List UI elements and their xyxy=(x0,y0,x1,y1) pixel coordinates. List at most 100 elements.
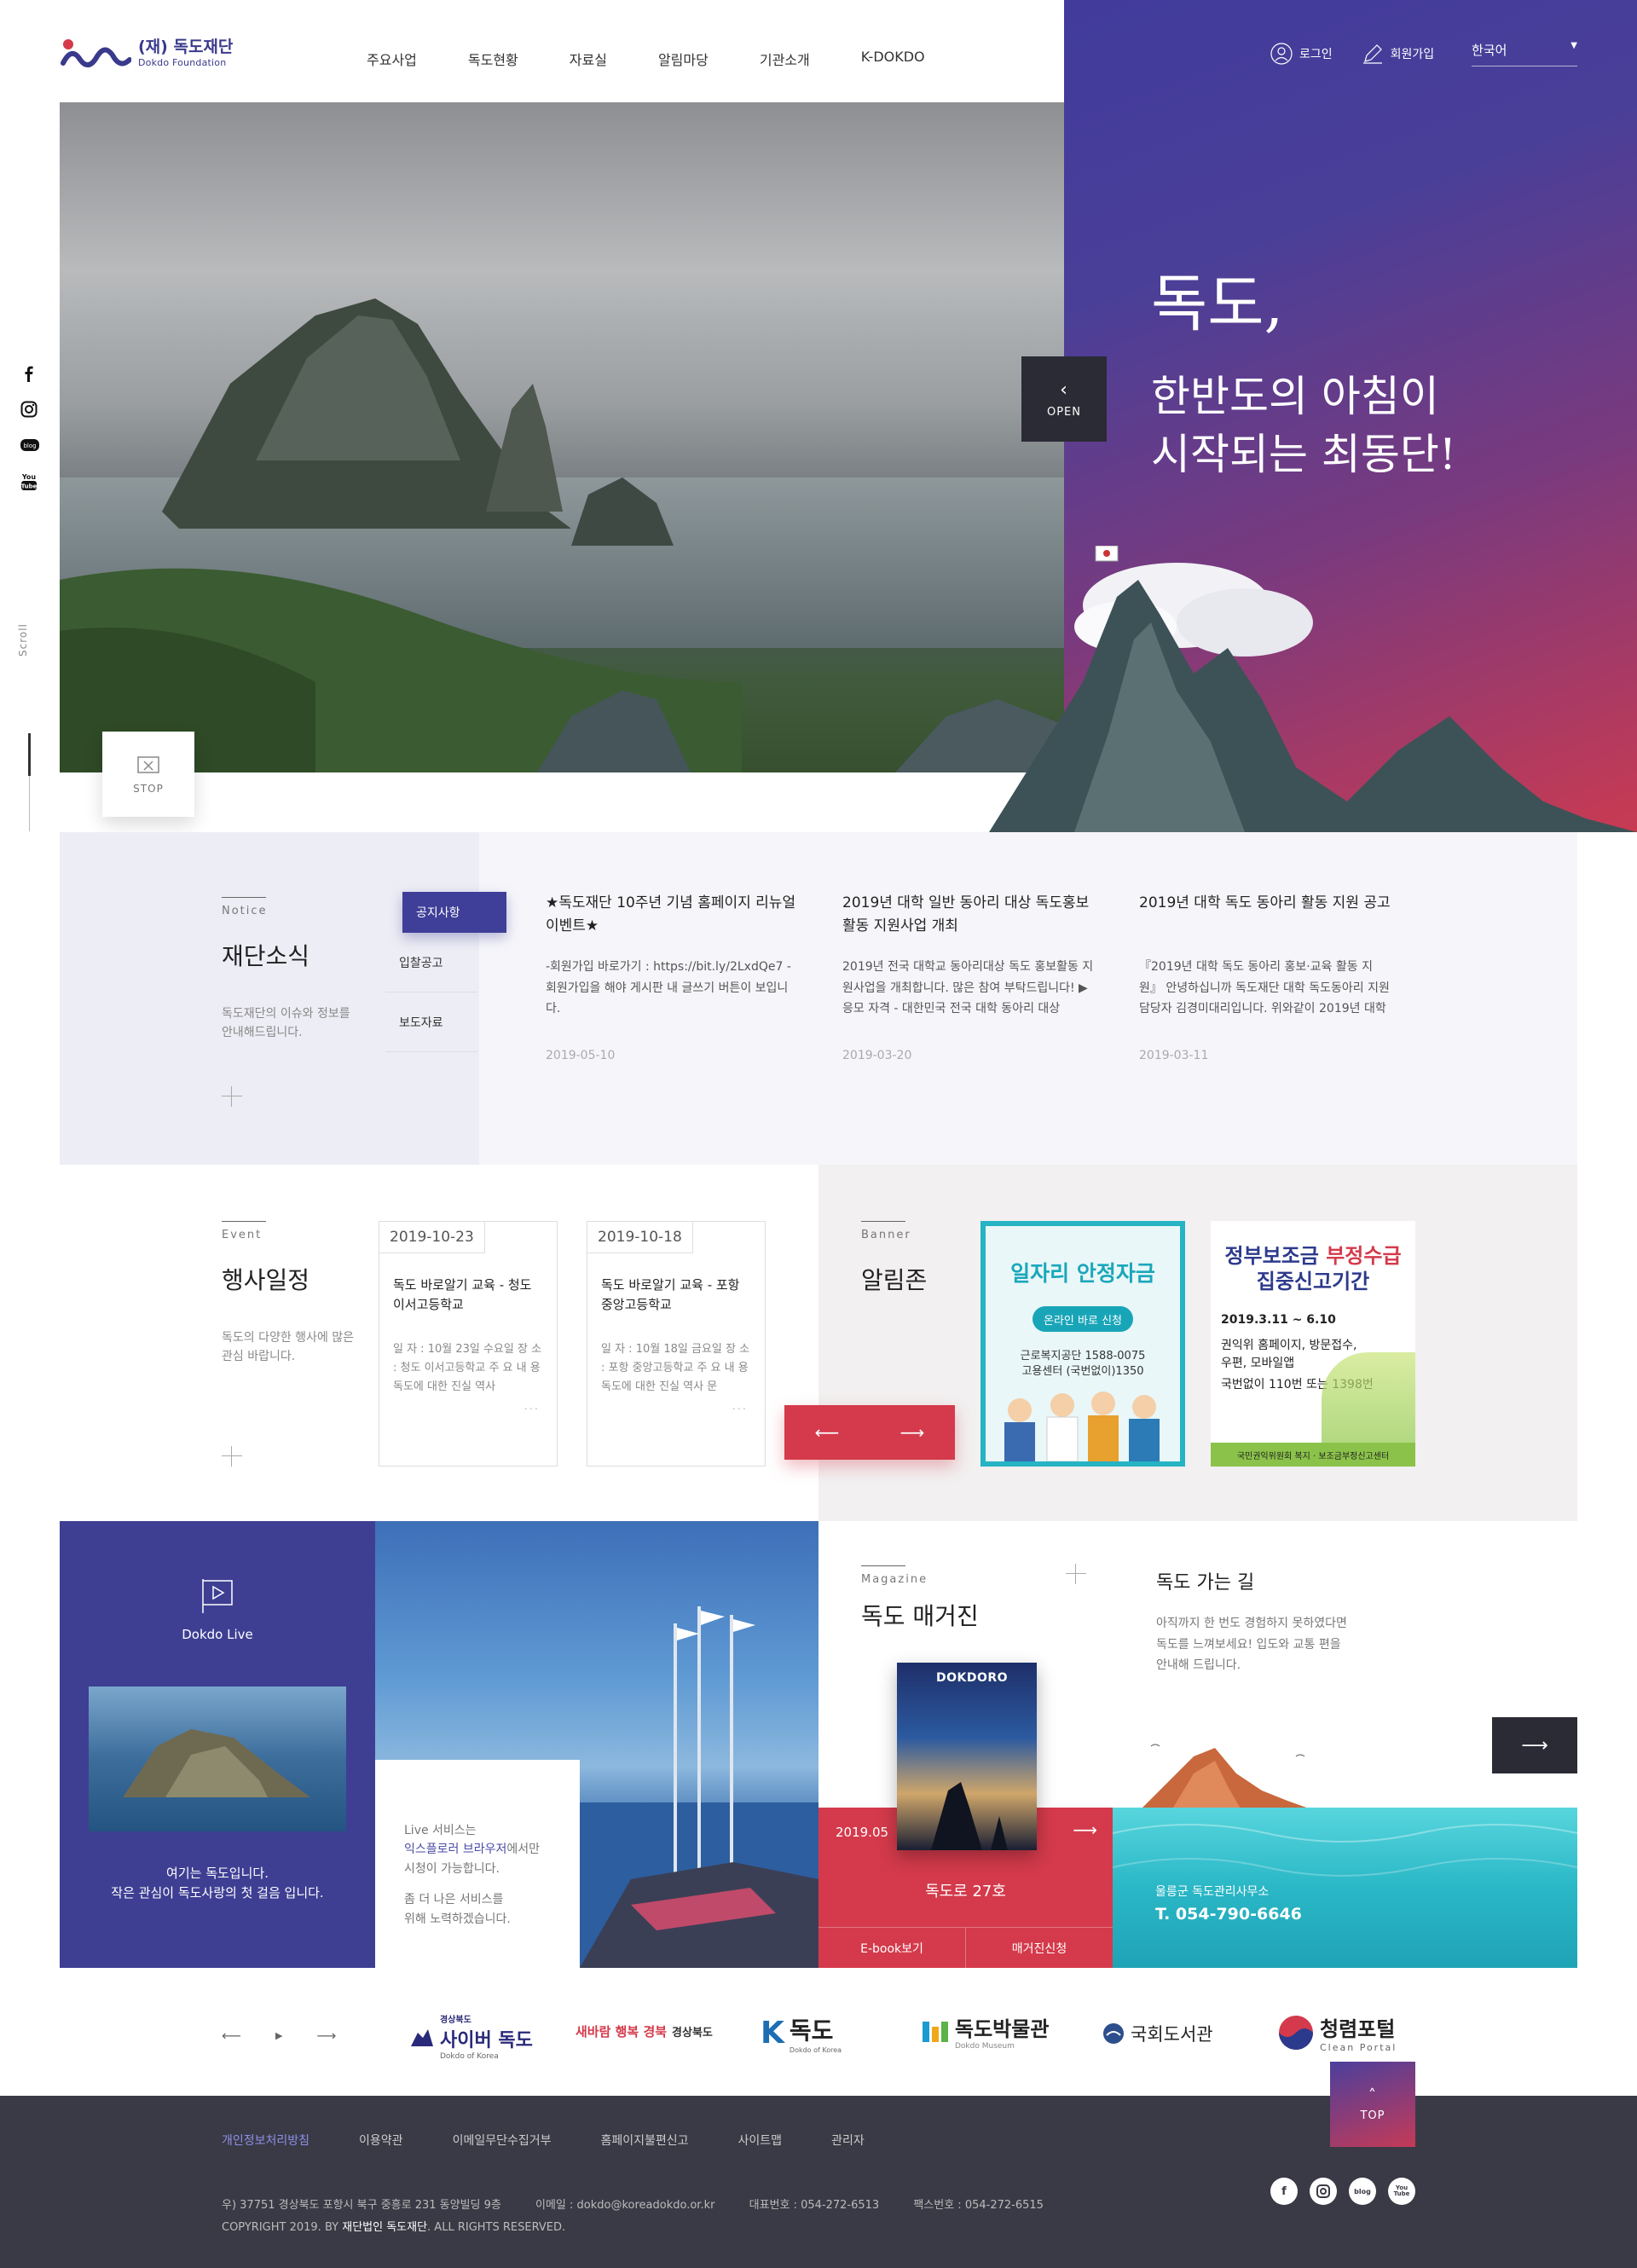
partner-logo-dokdo[interactable]: K 독도 Dokdo of Korea xyxy=(761,2012,842,2054)
tab-press[interactable]: 보도자료 xyxy=(385,992,477,1052)
stop-button[interactable]: STOP xyxy=(102,732,194,817)
footer-links: 개인정보처리방침 이용약관 이메일무단수집거부 홈페이지불편신고 사이트맵 관리… xyxy=(222,2132,865,2149)
svg-text:You: You xyxy=(21,473,37,481)
workers-illustration xyxy=(1004,1391,1160,1461)
live-note-4: 시청이 가능합니다. xyxy=(404,1861,500,1876)
play-flag-icon xyxy=(202,1579,233,1613)
event-card-text: 일 자 : 10월 23일 수요일 장 소 : 청도 이서고등학교 주 요 내 … xyxy=(393,1343,542,1394)
partner-logo-national-assembly-library[interactable]: 국회도서관 xyxy=(1102,2021,1213,2046)
footer-link-email-refusal[interactable]: 이메일무단수집거부 xyxy=(453,2132,552,2149)
route-next-button[interactable]: ⟶ xyxy=(1492,1717,1577,1773)
hero-subtitle-2: 시작되는 최동단! xyxy=(1151,429,1456,479)
footer-link-admin[interactable]: 관리자 xyxy=(831,2132,865,2149)
banner-subsidy-report[interactable]: 정부보조금 부정수급 집중신고기간 2019.3.11 ~ 6.10 권익위 홈… xyxy=(1211,1221,1415,1467)
library-icon xyxy=(1103,2023,1124,2044)
ebook-button[interactable]: E-book보기 xyxy=(818,1928,966,1968)
footer-link-sitemap[interactable]: 사이트맵 xyxy=(738,2132,783,2149)
notice-item[interactable]: 2019년 대학 일반 동아리 대상 독도홍보활동 지원사업 개최 2019년 … xyxy=(842,892,1098,1062)
partner-logo-gyeongbuk[interactable]: 새바람 행복 경북 경상북도 xyxy=(576,2022,713,2040)
tab-bid[interactable]: 입찰공고 xyxy=(385,933,477,992)
clean-portal-icon xyxy=(1279,2016,1313,2050)
event-card-text: 일 자 : 10월 18일 금요일 장 소 : 포항 중앙고등학교 주 요 내 … xyxy=(601,1343,750,1394)
partner-logo-name: 청렴포털 xyxy=(1320,2017,1396,2041)
instagram-icon[interactable] xyxy=(20,401,38,418)
arrow-left-icon[interactable]: ⟵ xyxy=(815,1422,840,1443)
scroll-label: Scroll xyxy=(17,623,29,657)
banner-label: Banner xyxy=(861,1229,911,1241)
nav-item-about[interactable]: 기관소개 xyxy=(760,49,810,69)
partner-logo-clean-portal[interactable]: 청렴포털 Clean Portal xyxy=(1277,2012,1397,2053)
event-more-plus-icon[interactable] xyxy=(222,1446,242,1467)
footer-address: 우) 37751 경상북도 포항시 북구 중흥로 231 동양빌딩 9층 xyxy=(222,2199,501,2212)
signup-link[interactable]: 회원가입 xyxy=(1362,43,1435,65)
arrow-right-icon[interactable]: ⟶ xyxy=(316,2028,336,2044)
live-note-2: 익스플로러 브라우저 xyxy=(404,1843,507,1857)
chevron-up-icon: ˄ xyxy=(1368,2086,1377,2104)
partner-logo-museum[interactable]: 독도박물관 Dokdo Museum xyxy=(921,2012,1049,2051)
magazine-more-plus-icon[interactable] xyxy=(1066,1564,1086,1584)
stop-label: STOP xyxy=(133,783,164,795)
footer-copyright: COPYRIGHT 2019. BY 재단법인 독도재단. ALL RIGHTS… xyxy=(222,2221,566,2234)
hero-subtitle-1: 한반도의 아침이 xyxy=(1151,372,1439,421)
scroll-indicator[interactable] xyxy=(28,733,31,831)
event-card[interactable]: 2019-10-18 독도 바로알기 교육 - 포항 중앙고등학교 일 자 : … xyxy=(587,1221,766,1467)
notice-item-title: ★독도재단 10주년 기념 홈페이지 리뉴얼 이벤트★ xyxy=(546,894,796,935)
instagram-icon[interactable] xyxy=(1310,2178,1337,2205)
open-button[interactable]: ‹ OPEN xyxy=(1021,356,1107,442)
footer-link-terms[interactable]: 이용약관 xyxy=(359,2132,403,2149)
nav-item-k-dokdo[interactable]: K-DOKDO xyxy=(861,49,925,69)
facebook-icon[interactable] xyxy=(20,365,38,382)
logo-icon xyxy=(61,39,131,67)
nav-item-archive[interactable]: 자료실 xyxy=(570,49,607,69)
blog-icon[interactable]: blog xyxy=(1349,2178,1376,2205)
site-logo[interactable]: (재) 독도재단 Dokdo Foundation xyxy=(60,34,233,72)
arrow-left-icon[interactable]: ⟵ xyxy=(222,2028,241,2044)
live-thumbnail[interactable] xyxy=(89,1687,346,1831)
partner-logo-small: 경상북도 xyxy=(440,2016,471,2025)
facebook-icon[interactable]: f xyxy=(1270,2178,1298,2205)
tab-notice[interactable]: 공지사항 xyxy=(402,892,506,933)
footer-email: 이메일 : dokdo@koreadokdo.or.kr xyxy=(535,2199,715,2212)
notice-heading: Notice 재단소식 독도재단의 이슈와 정보를 안내해드립니다. xyxy=(222,897,358,1043)
partner-logo-cyber-dokdo[interactable]: 경상북도 사이버 독도 Dokdo of Korea xyxy=(409,2012,533,2061)
youtube-icon[interactable]: You Tube xyxy=(20,472,38,490)
nav-item-projects[interactable]: 주요사업 xyxy=(367,49,417,69)
notice-item[interactable]: 2019년 대학 독도 동아리 활동 지원 공고 『2019년 대학 독도 동아… xyxy=(1139,892,1395,1062)
nav-item-news[interactable]: 알림마당 xyxy=(658,49,709,69)
top-button[interactable]: ˄ TOP xyxy=(1330,2062,1415,2147)
route-desc-3: 안내해 드립니다. xyxy=(1156,1658,1241,1672)
notice-label: Notice xyxy=(222,905,268,917)
event-card[interactable]: 2019-10-23 독도 바로알기 교육 - 청도 이서고등학교 일 자 : … xyxy=(379,1221,558,1467)
town-illustration xyxy=(1322,1352,1415,1446)
banner-job-stability[interactable]: 일자리 안정자금 온라인 바로 신청 근로복지공단 1588-0075 고용센터… xyxy=(980,1221,1185,1467)
magazine-apply-button[interactable]: 매거진신청 xyxy=(966,1928,1113,1968)
arrow-right-icon[interactable]: ⟶ xyxy=(1073,1820,1097,1840)
footer-link-report[interactable]: 홈페이지불편신고 xyxy=(601,2132,689,2149)
notice-item[interactable]: ★독도재단 10주년 기념 홈페이지 리뉴얼 이벤트★ -회원가입 바로가기 :… xyxy=(546,892,801,1062)
language-select[interactable]: 한국어 ▼ xyxy=(1472,41,1577,67)
notice-item-text: -회원가입 바로가기 : https://bit.ly/2LxdQe7 -회원가… xyxy=(546,960,791,1015)
banner-job-line-1: 근로복지공단 1588-0075 xyxy=(1020,1350,1146,1363)
live-caption-2: 작은 관심이 독도사랑의 첫 걸음 입니다. xyxy=(111,1884,324,1901)
signup-label: 회원가입 xyxy=(1390,48,1435,61)
partner-logo-sub: Dokdo of Korea xyxy=(440,2052,499,2061)
banner-subsidy-footer: 국민권익위원회 복지 · 보조금부정신고센터 xyxy=(1211,1443,1415,1467)
live-note-5: 좀 더 나은 서비스를 xyxy=(404,1893,504,1907)
banner-subsidy-title-2: 집중신고기간 xyxy=(1256,1270,1370,1293)
route-sea-panel[interactable]: 울릉군 독도관리사무소 T. 054-790-6646 xyxy=(1113,1808,1577,1968)
hero-photo-dokdo xyxy=(60,102,1064,772)
magazine-cover[interactable]: DOKDORO xyxy=(897,1663,1037,1850)
notice-more-plus-icon[interactable] xyxy=(222,1086,242,1107)
event-card-title: 독도 바로알기 교육 - 포항 중앙고등학교 xyxy=(601,1277,740,1313)
play-icon[interactable]: ▶ xyxy=(275,2030,282,2044)
notice-title: 재단소식 xyxy=(222,942,310,970)
banner-title: 알림존 xyxy=(861,1266,928,1294)
svg-text:Tube: Tube xyxy=(21,483,38,490)
login-link[interactable]: 로그인 xyxy=(1270,43,1333,65)
youtube-icon[interactable]: You Tube xyxy=(1388,2178,1415,2205)
footer-link-privacy[interactable]: 개인정보처리방침 xyxy=(222,2132,309,2149)
nav-item-status[interactable]: 독도현황 xyxy=(468,49,518,69)
arrow-right-icon[interactable]: ⟶ xyxy=(900,1422,925,1443)
blog-icon[interactable]: blog xyxy=(20,437,39,454)
dokdo-live-panel[interactable]: Dokdo Live 여기는 독도입니다. 작은 관심이 독도사랑의 첫 걸음 … xyxy=(60,1521,375,1968)
